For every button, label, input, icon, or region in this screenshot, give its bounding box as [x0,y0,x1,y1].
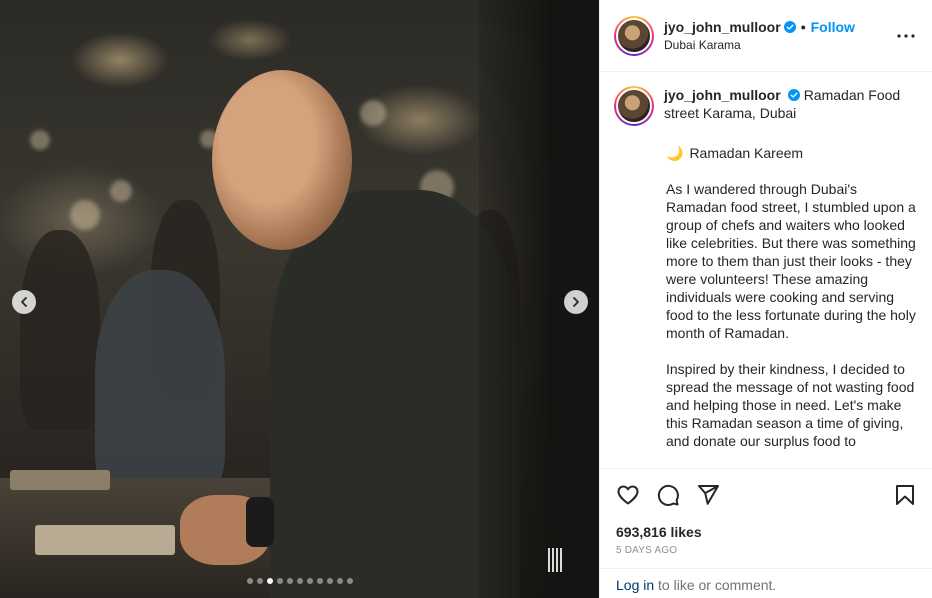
login-prompt-text: to like or comment. [654,577,777,593]
food-tray [35,525,175,555]
location-link[interactable]: Dubai Karama [664,38,894,52]
share-icon[interactable] [696,483,720,507]
bokeh-light [30,130,50,150]
carousel-indicator [0,578,599,584]
bokeh-light [110,180,132,202]
heart-icon[interactable] [616,483,640,507]
wristwatch [246,497,274,547]
username-link[interactable]: jyo_john_mulloor [664,19,781,35]
post-side-panel: jyo_john_mulloor • Follow Dubai Karama j… [599,0,932,598]
moon-icon: 🌙 [666,145,684,161]
background-person [95,270,225,500]
post-image[interactable] [0,0,599,598]
main-person-head [212,70,352,250]
carousel-dot [276,578,283,584]
carousel-dot [326,578,333,584]
caption-area[interactable]: jyo_john_mulloor Ramadan Food street Kara… [600,72,932,468]
bookmark-icon[interactable] [893,483,917,507]
verified-badge-icon [783,21,796,33]
caption-lead: jyo_john_mulloor Ramadan Food street Kara… [664,86,909,126]
likes-count[interactable]: 693,816 likes [616,524,702,540]
caption-username[interactable]: jyo_john_mulloor [664,87,781,103]
comment-icon[interactable] [656,483,680,507]
greeting-text: Ramadan Kareem [689,145,804,161]
watermark-logo [548,548,566,572]
login-prompt: Log in to like or comment. [600,568,932,598]
login-link[interactable]: Log in [616,577,654,593]
caption-greeting: 🌙 Ramadan Kareem [666,144,916,162]
background-person [20,230,100,430]
avatar[interactable] [614,15,654,56]
more-options-button[interactable] [894,24,918,48]
carousel-dot [346,578,353,584]
carousel-dot [256,578,263,584]
post-date[interactable]: 5 DAYS AGO [616,545,677,556]
carousel-dot [286,578,293,584]
food-tray [10,470,110,490]
follow-button[interactable]: Follow [811,19,855,35]
carousel-dot [296,578,303,584]
bokeh-light [70,200,100,230]
caption-paragraph-1: As I wandered through Dubai's Ramadan fo… [666,181,916,341]
separator-dot: • [800,19,806,35]
bokeh-light [360,100,386,126]
chevron-left-icon [21,297,27,307]
post-header: jyo_john_mulloor • Follow Dubai Karama [600,0,932,72]
carousel-dot [306,578,313,584]
more-options-icon [897,33,915,38]
carousel-dot [266,578,273,584]
carousel-next-button[interactable] [564,290,588,314]
carousel-dot [336,578,343,584]
carousel-dot [316,578,323,584]
caption-avatar[interactable] [614,86,654,126]
action-bar [600,468,932,520]
carousel-prev-button[interactable] [12,290,36,314]
caption-paragraph-2: Inspired by their kindness, I decided to… [666,361,915,449]
carousel-dot [246,578,253,584]
verified-badge-icon [787,89,800,101]
chevron-right-icon [573,297,579,307]
